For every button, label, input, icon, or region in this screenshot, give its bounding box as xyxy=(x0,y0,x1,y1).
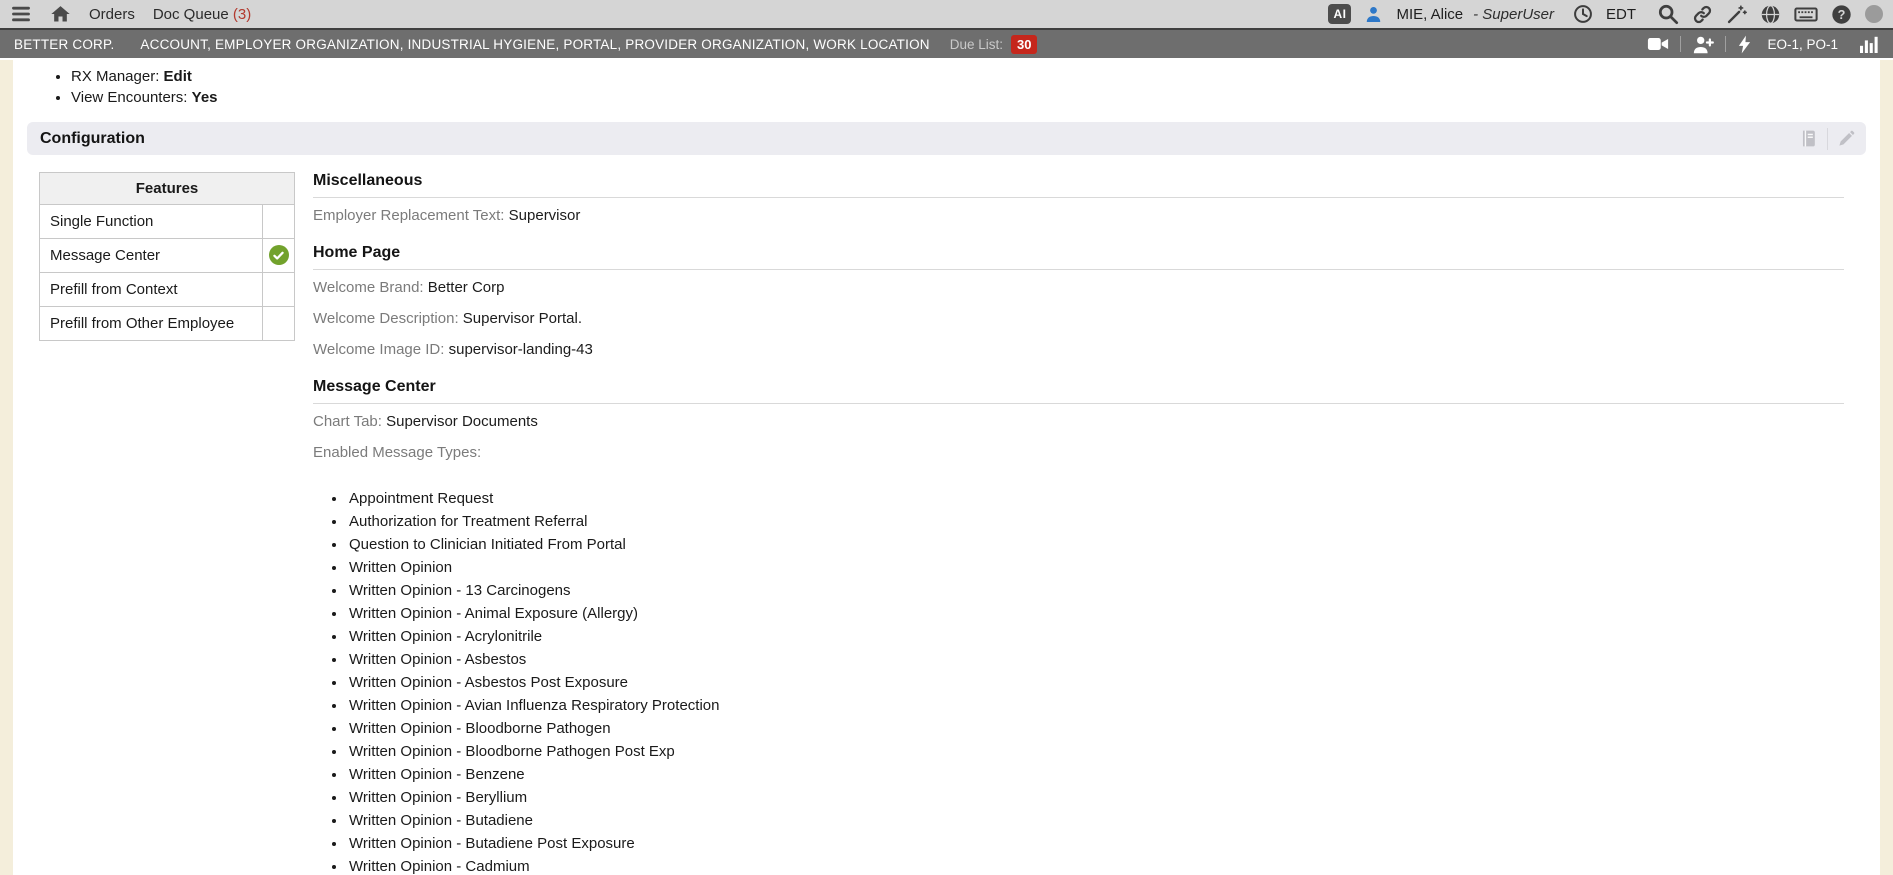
user-menu[interactable]: MIE, Alice - SuperUser xyxy=(1396,6,1554,23)
message-type-item: Question to Clinician Initiated From Por… xyxy=(347,533,1844,556)
due-list-badge[interactable]: 30 xyxy=(1011,35,1037,54)
nav-orders[interactable]: Orders xyxy=(89,6,135,23)
section-title-home-page: Home Page xyxy=(313,244,1844,270)
main-content: RX Manager: Edit View Encounters: Yes Co… xyxy=(13,60,1880,875)
feature-status-cell xyxy=(263,239,295,273)
user-name: MIE, Alice xyxy=(1396,6,1463,23)
configuration-header: Configuration xyxy=(27,122,1866,155)
page-edge-right xyxy=(1880,60,1893,875)
feature-row: Prefill from Context xyxy=(40,273,295,307)
org-name[interactable]: BETTER CORP. xyxy=(14,37,114,52)
message-type-item: Written Opinion - Benzene xyxy=(347,763,1844,786)
feature-label: Single Function xyxy=(40,205,263,239)
globe-icon[interactable] xyxy=(1760,4,1781,25)
field-enabled-message-types: Enabled Message Types: xyxy=(313,440,1844,466)
message-type-item: Written Opinion - Butadiene Post Exposur… xyxy=(347,832,1844,855)
entity-label[interactable]: EO-1, PO-1 xyxy=(1767,37,1838,52)
field-welcome-description: Welcome Description: Supervisor Portal. xyxy=(313,306,1844,332)
message-type-item: Written Opinion - Beryllium xyxy=(347,786,1844,809)
configuration-details: Miscellaneous Employer Replacement Text:… xyxy=(313,172,1844,875)
feature-row: Message Center xyxy=(40,239,295,273)
permission-list: RX Manager: Edit View Encounters: Yes xyxy=(13,66,1880,108)
link-icon[interactable] xyxy=(1692,4,1713,25)
message-type-item: Written Opinion - Acrylonitrile xyxy=(347,625,1844,648)
features-table-header: Features xyxy=(40,173,295,205)
check-icon xyxy=(269,245,289,265)
features-table: Features Single Function xyxy=(39,172,295,341)
field-employer-replacement-text: Employer Replacement Text: Supervisor xyxy=(313,203,1844,229)
nav-doc-queue[interactable]: Doc Queue (3) xyxy=(153,6,251,23)
panel-title: Configuration xyxy=(40,130,145,148)
message-type-item: Written Opinion - 13 Carcinogens xyxy=(347,579,1844,602)
feature-label: Prefill from Other Employee xyxy=(40,307,263,341)
feature-status-cell xyxy=(263,307,295,341)
message-type-item: Written Opinion - Asbestos Post Exposure xyxy=(347,671,1844,694)
page-edge-left xyxy=(0,60,13,875)
home-icon[interactable] xyxy=(50,4,71,24)
divider xyxy=(1680,36,1681,52)
svg-text:?: ? xyxy=(1838,7,1846,21)
context-bar: BETTER CORP. ACCOUNT, EMPLOYER ORGANIZAT… xyxy=(0,28,1893,58)
message-type-item: Written Opinion - Asbestos xyxy=(347,648,1844,671)
timezone-label: EDT xyxy=(1606,6,1636,23)
context-list[interactable]: ACCOUNT, EMPLOYER ORGANIZATION, INDUSTRI… xyxy=(140,37,929,52)
message-type-item: Written Opinion - Cadmium xyxy=(347,855,1844,875)
bar-chart-icon[interactable] xyxy=(1859,35,1879,53)
permission-item: RX Manager: Edit xyxy=(71,66,1880,87)
feature-status-cell xyxy=(263,205,295,239)
pencil-icon[interactable] xyxy=(1837,129,1856,148)
divider xyxy=(1725,36,1726,52)
feature-label: Prefill from Context xyxy=(40,273,263,307)
due-list-label: Due List: xyxy=(950,37,1003,52)
user-role: - SuperUser xyxy=(1473,6,1554,23)
feature-row: Single Function xyxy=(40,205,295,239)
message-type-item: Written Opinion - Bloodborne Pathogen Po… xyxy=(347,740,1844,763)
message-type-item: Written Opinion - Bloodborne Pathogen xyxy=(347,717,1844,740)
keyboard-icon[interactable] xyxy=(1794,4,1818,25)
message-type-item: Written Opinion xyxy=(347,556,1844,579)
ai-badge[interactable]: AI xyxy=(1328,4,1351,24)
wand-icon[interactable] xyxy=(1726,4,1747,25)
video-camera-icon[interactable] xyxy=(1647,35,1669,53)
doc-queue-count: (3) xyxy=(233,6,251,23)
message-type-item: Written Opinion - Butadiene xyxy=(347,809,1844,832)
configuration-panel: Configuration xyxy=(27,122,1866,875)
message-type-item: Appointment Request xyxy=(347,487,1844,510)
lightning-icon[interactable] xyxy=(1737,35,1752,54)
divider xyxy=(1827,128,1828,150)
feature-row: Prefill from Other Employee xyxy=(40,307,295,341)
section-title-miscellaneous: Miscellaneous xyxy=(313,172,1844,198)
search-icon[interactable] xyxy=(1657,3,1679,25)
features-table-body: Single Function Message Center xyxy=(40,205,295,341)
enabled-message-types-list: Appointment Request Authorization for Tr… xyxy=(313,487,1844,875)
user-icon[interactable] xyxy=(1364,5,1383,24)
section-title-message-center: Message Center xyxy=(313,378,1844,404)
help-icon[interactable]: ? xyxy=(1831,4,1852,25)
message-type-item: Written Opinion - Avian Influenza Respir… xyxy=(347,694,1844,717)
field-welcome-brand: Welcome Brand: Better Corp xyxy=(313,275,1844,301)
permission-item: View Encounters: Yes xyxy=(71,87,1880,108)
person-add-icon[interactable] xyxy=(1692,35,1714,54)
field-chart-tab: Chart Tab: Supervisor Documents xyxy=(313,409,1844,435)
top-bar: Orders Doc Queue (3) AI MIE, Alice - Sup… xyxy=(0,0,1893,28)
hamburger-menu-icon[interactable] xyxy=(10,4,32,24)
status-circle-icon[interactable] xyxy=(1865,5,1883,23)
feature-label: Message Center xyxy=(40,239,263,273)
clock-icon[interactable] xyxy=(1573,4,1593,24)
field-welcome-image-id: Welcome Image ID: supervisor-landing-43 xyxy=(313,337,1844,363)
message-type-item: Written Opinion - Animal Exposure (Aller… xyxy=(347,602,1844,625)
feature-status-cell xyxy=(263,273,295,307)
message-type-item: Authorization for Treatment Referral xyxy=(347,510,1844,533)
book-icon[interactable] xyxy=(1799,129,1818,148)
